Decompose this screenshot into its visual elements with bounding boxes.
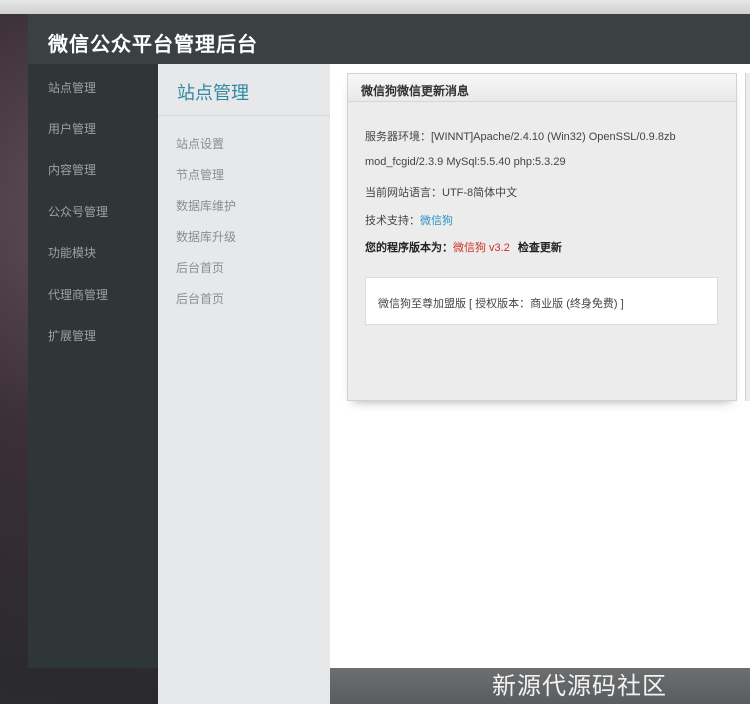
version-line: 您的程序版本为：微信狗 v3.2 检查更新	[365, 239, 562, 255]
update-info-panel: 微信狗微信更新消息 服务器环境：[WINNT]Apache/2.4.10 (Wi…	[347, 73, 737, 401]
license-box: 微信狗至尊加盟版 [ 授权版本：商业版 (终身免费) ]	[365, 277, 718, 325]
version-value: 微信狗 v3.2	[453, 242, 510, 254]
main-content: 微信狗微信更新消息 服务器环境：[WINNT]Apache/2.4.10 (Wi…	[330, 64, 750, 668]
language-value: UTF-8简体中文	[442, 187, 518, 199]
browser-top-strip	[0, 0, 750, 14]
server-env-label: 服务器环境：	[365, 131, 431, 143]
server-env-value: [WINNT]Apache/2.4.10 (Win32) OpenSSL/0.9…	[431, 131, 676, 143]
app-header: 微信公众平台管理后台	[28, 14, 750, 64]
sidebar-item-site-management[interactable]: 站点管理	[48, 79, 96, 96]
sidebar-item-user-management[interactable]: 用户管理	[48, 120, 96, 137]
sidebar-item-function-modules[interactable]: 功能模块	[48, 244, 96, 261]
license-text: 微信狗至尊加盟版 [ 授权版本：商业版 (终身免费) ]	[378, 298, 624, 310]
sidebar-item-extension-management[interactable]: 扩展管理	[48, 327, 96, 344]
subnav-link-node-management[interactable]: 节点管理	[176, 166, 224, 183]
subnav-divider	[158, 115, 330, 116]
language-line: 当前网站语言：UTF-8简体中文	[365, 184, 517, 200]
support-link[interactable]: 微信狗	[420, 215, 453, 227]
sub-navigation: 站点管理 站点设置 节点管理 数据库维护 数据库升级 后台首页 后台首页	[158, 64, 330, 704]
version-label: 您的程序版本为：	[365, 242, 453, 254]
support-label: 技术支持：	[365, 215, 420, 227]
language-label: 当前网站语言：	[365, 187, 442, 199]
subnav-link-database-upgrade[interactable]: 数据库升级	[176, 228, 236, 245]
server-env-line: 服务器环境：[WINNT]Apache/2.4.10 (Win32) OpenS…	[365, 128, 676, 144]
main-sidebar: 站点管理 用户管理 内容管理 公众号管理 功能模块 代理商管理 扩展管理	[28, 64, 158, 668]
check-update-link[interactable]: 检查更新	[518, 242, 562, 254]
subnav-link-admin-home[interactable]: 后台首页	[176, 259, 224, 276]
subnav-link-admin-home-2[interactable]: 后台首页	[176, 290, 224, 307]
adjacent-panel-edge	[745, 73, 750, 401]
watermark: XYDai.cn 新源代源码社区	[490, 618, 686, 700]
server-env-line-2: mod_fcgid/2.3.9 MySql:5.5.40 php:5.3.29	[365, 156, 566, 168]
sidebar-item-content-management[interactable]: 内容管理	[48, 161, 96, 178]
panel-header: 微信狗微信更新消息	[348, 74, 736, 102]
subnav-heading: 站点管理	[177, 83, 249, 103]
watermark-line-1: XYDai.cn	[490, 618, 686, 667]
subnav-link-database-maintenance[interactable]: 数据库维护	[176, 197, 236, 214]
panel-title: 微信狗微信更新消息	[361, 84, 470, 98]
subnav-link-site-settings[interactable]: 站点设置	[176, 135, 224, 152]
support-line: 技术支持：微信狗	[365, 212, 453, 228]
sidebar-item-official-account-management[interactable]: 公众号管理	[48, 203, 108, 220]
app-title: 微信公众平台管理后台	[48, 34, 258, 56]
watermark-line-2: 新源代源码社区	[492, 673, 667, 700]
sidebar-item-agent-management[interactable]: 代理商管理	[48, 286, 108, 303]
